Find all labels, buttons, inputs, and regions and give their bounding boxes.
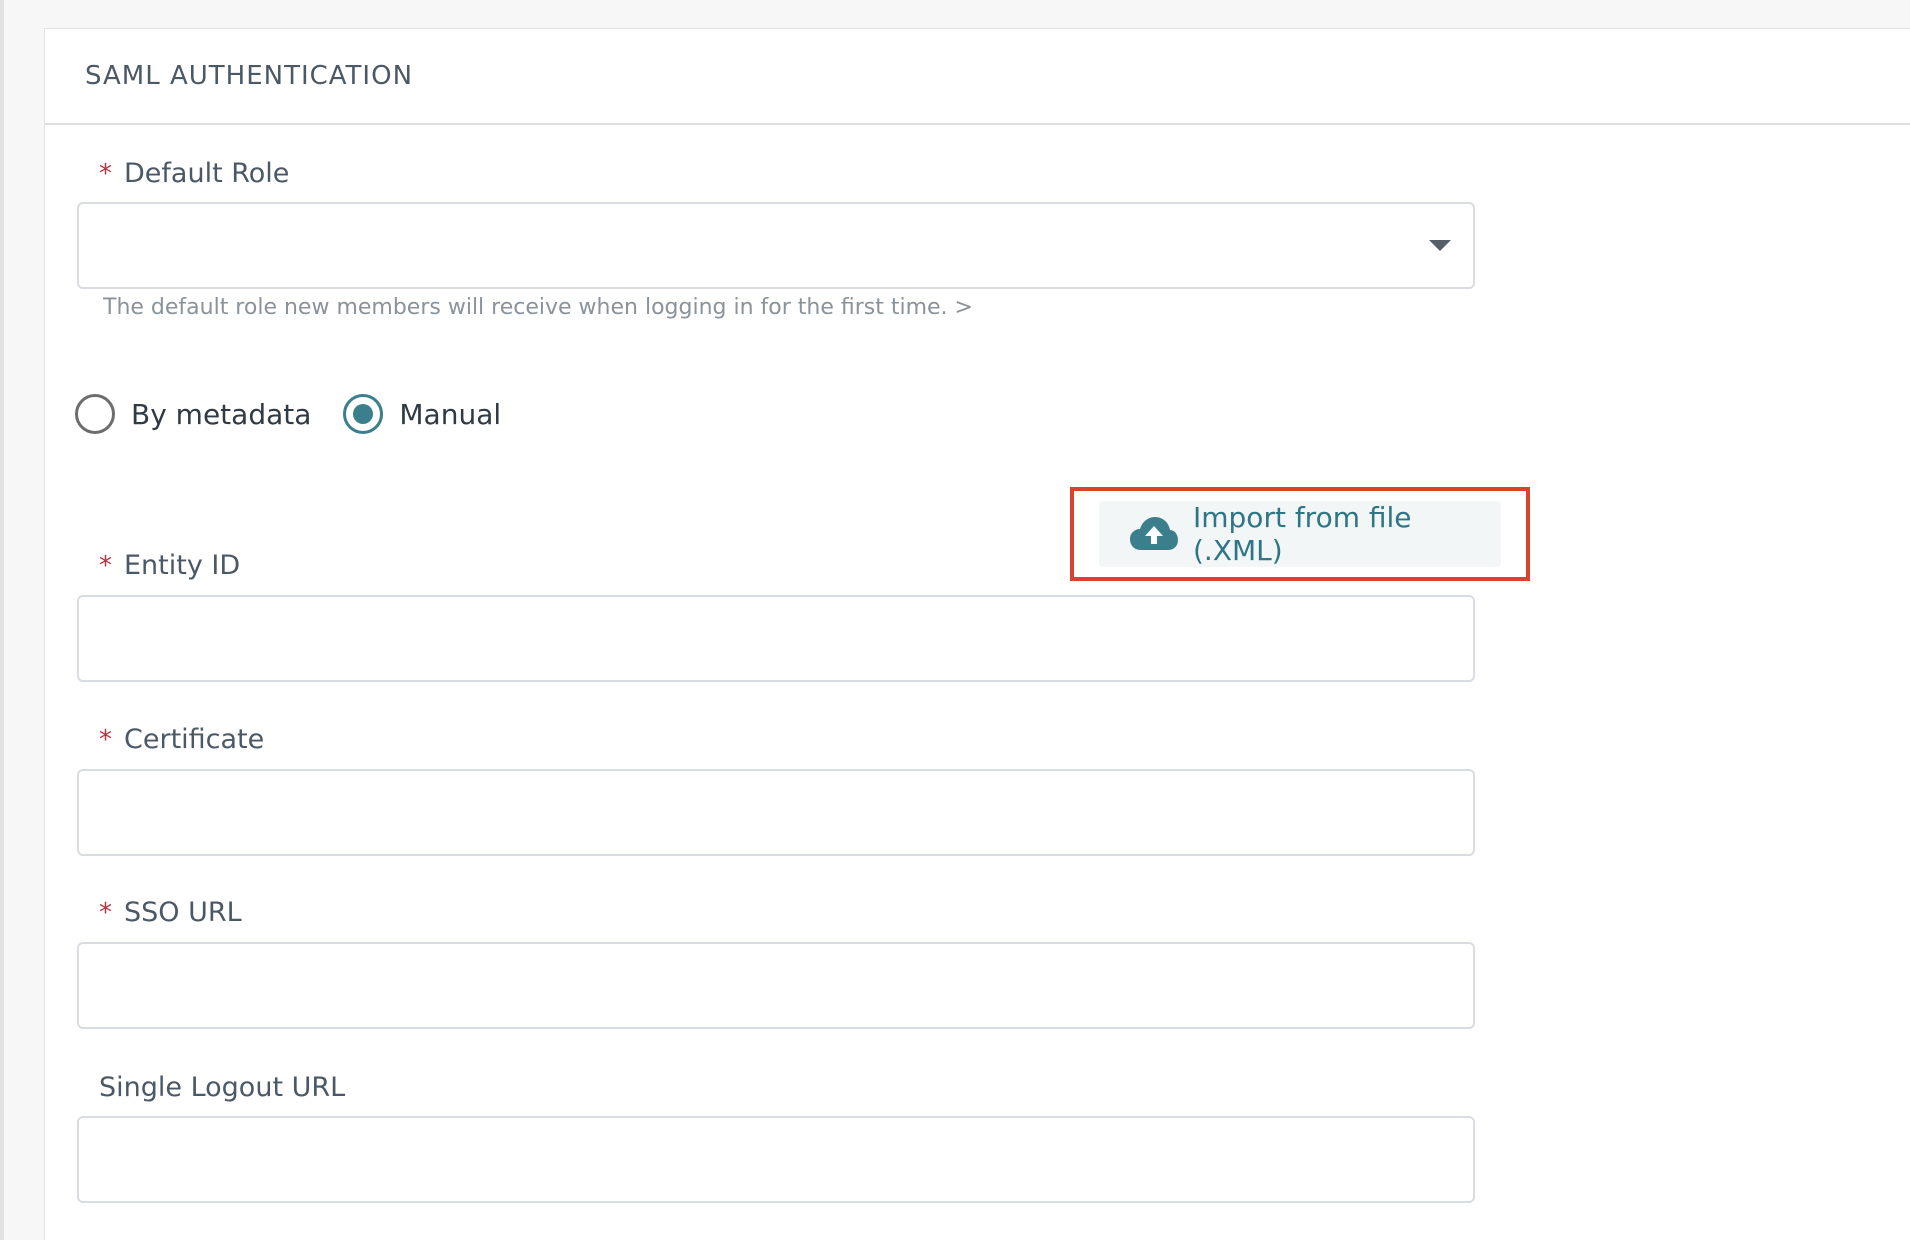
required-marker: * (99, 158, 112, 189)
sso-url-label-text: SSO URL (124, 897, 242, 928)
sso-url-label: * SSO URL (99, 897, 242, 928)
certificate-input[interactable] (77, 769, 1475, 856)
entity-id-input[interactable] (77, 595, 1475, 682)
default-role-helper-text: The default role new members will receiv… (103, 295, 973, 320)
required-marker: * (99, 550, 112, 581)
import-from-file-button[interactable]: Import from file (.XML) (1099, 501, 1501, 567)
card-header: SAML AUTHENTICATION (45, 29, 1910, 125)
default-role-select[interactable] (77, 202, 1475, 289)
radio-unchecked-icon[interactable] (75, 394, 115, 434)
sso-url-input[interactable] (77, 942, 1475, 1029)
import-button-label[interactable]: Import from file (.XML) (1193, 501, 1501, 567)
required-marker: * (99, 897, 112, 928)
default-role-label: * Default Role (99, 158, 289, 189)
radio-manual-label[interactable]: Manual (399, 398, 501, 431)
page-title: SAML AUTHENTICATION (85, 61, 414, 91)
radio-checked-icon[interactable] (343, 394, 384, 434)
entity-id-label: * Entity ID (99, 550, 240, 581)
radio-by-metadata-label[interactable]: By metadata (131, 398, 311, 431)
single-logout-url-label-text: Single Logout URL (99, 1072, 346, 1103)
required-marker: * (99, 724, 112, 755)
certificate-label-text: Certificate (124, 724, 265, 755)
radio-by-metadata[interactable]: By metadata (75, 394, 311, 434)
single-logout-url-label: Single Logout URL (99, 1072, 345, 1103)
config-mode-radio-group: By metadata Manual (75, 394, 533, 434)
left-edge-divider (0, 0, 4, 1240)
default-role-label-text: Default Role (124, 158, 290, 189)
saml-authentication-card: SAML AUTHENTICATION * Default Role The d… (44, 28, 1910, 1240)
cloud-upload-icon (1129, 516, 1179, 552)
chevron-down-icon[interactable] (1429, 240, 1451, 251)
certificate-label: * Certificate (99, 724, 264, 755)
single-logout-url-input[interactable] (77, 1116, 1475, 1203)
entity-id-label-text: Entity ID (124, 550, 241, 581)
radio-manual[interactable]: Manual (343, 394, 501, 434)
